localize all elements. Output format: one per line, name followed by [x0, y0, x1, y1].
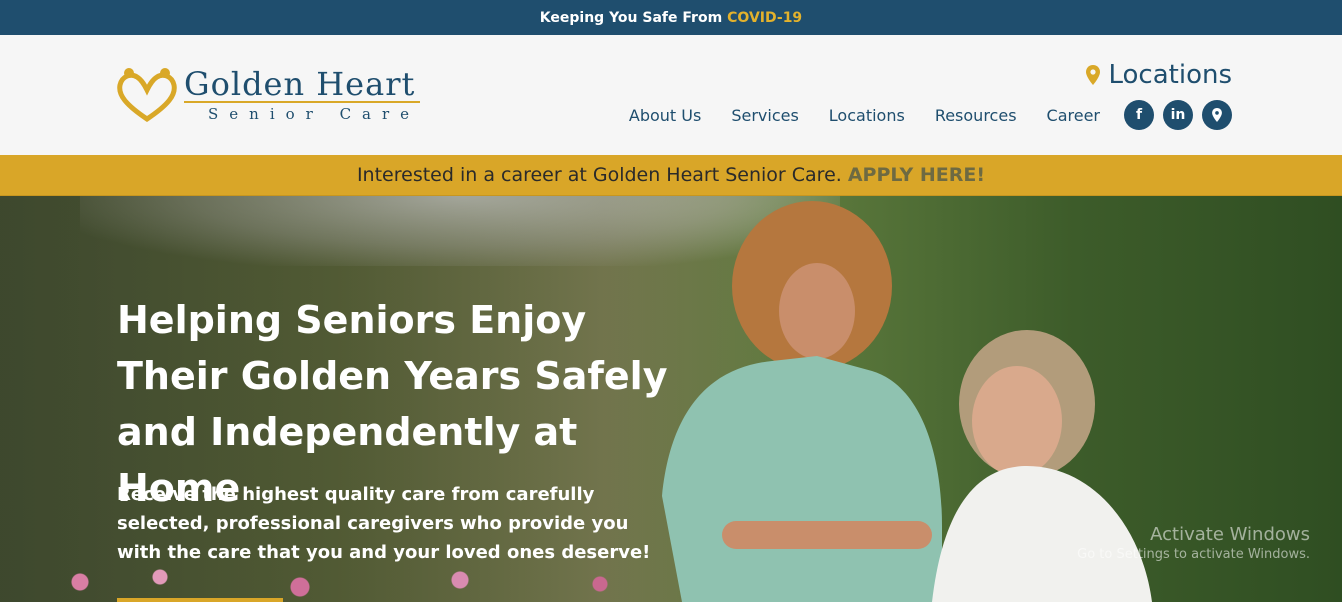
watermark-title: Activate Windows	[1150, 524, 1310, 545]
windows-activation-watermark: Activate Windows Go to Settings to activ…	[1077, 525, 1310, 565]
covid-banner[interactable]: Keeping You Safe From COVID-19	[0, 0, 1342, 35]
apply-here-link[interactable]: APPLY HERE!	[848, 164, 985, 186]
social-links: f in	[1124, 100, 1232, 130]
nav-resources[interactable]: Resources	[935, 106, 1017, 125]
career-banner-text: Interested in a career at Golden Heart S…	[356, 164, 842, 186]
facebook-icon[interactable]: f	[1124, 100, 1154, 130]
nav-locations[interactable]: Locations	[829, 106, 905, 125]
covid-banner-text: Keeping You Safe From	[539, 9, 723, 26]
career-banner: Interested in a career at Golden Heart S…	[0, 155, 1342, 196]
watermark-subtitle: Go to Settings to activate Windows.	[1077, 547, 1310, 562]
header-locations-label: Locations	[1108, 60, 1232, 90]
header-locations-link[interactable]: Locations	[1086, 60, 1232, 90]
map-pin-icon[interactable]	[1202, 100, 1232, 130]
main-nav: About Us Services Locations Resources Ca…	[629, 100, 1232, 130]
nav-services[interactable]: Services	[731, 106, 798, 125]
hero-cta-button[interactable]	[117, 598, 283, 602]
nav-career[interactable]: Career	[1047, 106, 1100, 125]
hero-description: Receive the highest quality care from ca…	[117, 484, 651, 563]
linkedin-icon[interactable]: in	[1163, 100, 1193, 130]
site-header: Golden Heart Senior Care Locations About…	[0, 35, 1342, 155]
logo-title: Golden Heart	[184, 68, 421, 103]
heart-logo-icon	[117, 68, 177, 123]
nav-about-us[interactable]: About Us	[629, 106, 701, 125]
logo-subtitle: Senior Care	[208, 104, 421, 123]
covid-link[interactable]: COVID-19	[727, 10, 802, 26]
site-logo[interactable]: Golden Heart Senior Care	[116, 66, 456, 124]
location-pin-icon	[1086, 65, 1101, 85]
